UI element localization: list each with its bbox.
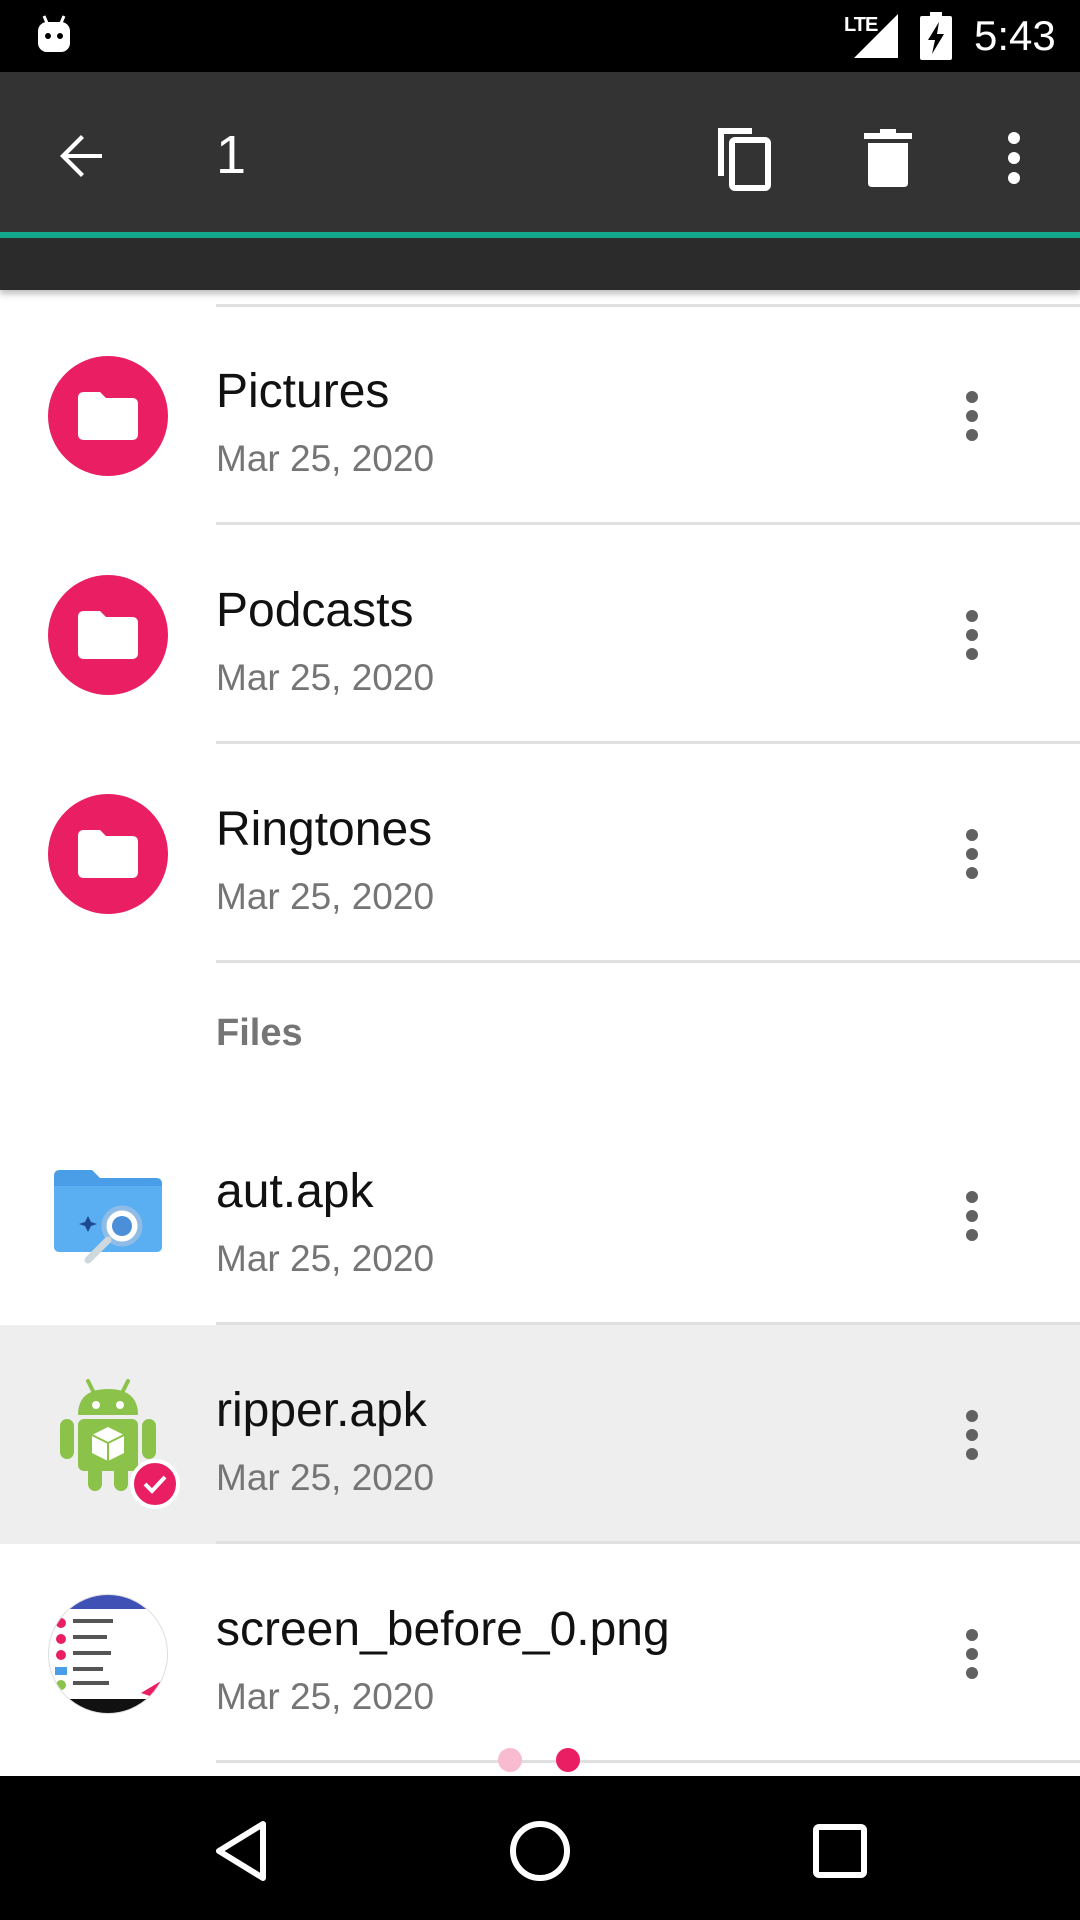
nav-recents-icon [813, 1824, 867, 1878]
more-vert-icon [966, 1629, 978, 1679]
toolbar-sub-bar [0, 238, 1080, 290]
nav-home-icon [510, 1821, 570, 1881]
more-vert-icon [966, 391, 978, 441]
list-item-file[interactable]: aut.apk Mar 25, 2020 [0, 1106, 1080, 1325]
files-app-icon [48, 1156, 168, 1276]
battery-charging-icon [920, 12, 952, 60]
page-dot-inactive [498, 1748, 522, 1772]
copy-icon [718, 128, 771, 191]
more-vert-icon [966, 1410, 978, 1460]
item-date: Mar 25, 2020 [216, 876, 435, 917]
folder-icon [48, 794, 168, 914]
item-menu-button[interactable] [932, 585, 1012, 685]
item-name: Podcasts [216, 584, 414, 637]
nav-recents-button[interactable] [795, 1806, 885, 1896]
more-options-button[interactable] [974, 116, 1054, 200]
item-menu-button[interactable] [932, 804, 1012, 904]
back-button[interactable] [42, 116, 122, 196]
more-vert-icon [1008, 132, 1020, 184]
image-thumbnail [48, 1594, 168, 1714]
divider [216, 960, 1080, 963]
item-name: Pictures [216, 365, 390, 418]
selection-count: 1 [216, 125, 247, 185]
check-icon [143, 1475, 167, 1494]
item-date: Mar 25, 2020 [216, 1457, 435, 1498]
screen: LTE 5:43 1 Pictures Mar 25, 2020 Podcast… [0, 0, 1080, 1920]
folder-icon-wrap [48, 794, 168, 914]
status-bar: LTE 5:43 [0, 0, 1080, 72]
item-date: Mar 25, 2020 [216, 1676, 435, 1717]
nav-home-button[interactable] [495, 1806, 585, 1896]
item-menu-button[interactable] [932, 366, 1012, 466]
delete-icon [864, 129, 912, 187]
image-thumbnail-wrap [48, 1594, 168, 1714]
item-date: Mar 25, 2020 [216, 1238, 435, 1279]
item-name: aut.apk [216, 1165, 374, 1218]
apk-icon-wrap [48, 1375, 180, 1509]
signal-icon [854, 14, 898, 58]
divider [216, 1760, 1080, 1763]
more-vert-icon [966, 1191, 978, 1241]
item-menu-button[interactable] [932, 1385, 1012, 1485]
page-dot-active [556, 1748, 580, 1772]
arrow-back-icon [60, 135, 102, 177]
action-mode-toolbar: 1 [0, 72, 1080, 290]
list-item-file[interactable]: screen_before_0.png Mar 25, 2020 [0, 1544, 1080, 1763]
android-robot-icon [38, 15, 70, 52]
more-vert-icon [966, 829, 978, 879]
page-indicator [498, 1748, 582, 1776]
list-item-folder[interactable]: Ringtones Mar 25, 2020 [0, 744, 1080, 963]
delete-button[interactable] [846, 116, 930, 200]
item-name: screen_before_0.png [216, 1603, 670, 1656]
item-date: Mar 25, 2020 [216, 657, 435, 698]
more-vert-icon [966, 610, 978, 660]
item-menu-button[interactable] [932, 1604, 1012, 1704]
folder-icon-wrap [48, 356, 168, 476]
item-name: Ringtones [216, 803, 433, 856]
folder-icon-wrap [48, 575, 168, 695]
nav-back-button[interactable] [196, 1806, 286, 1896]
list-item-folder[interactable]: Pictures Mar 25, 2020 [0, 306, 1080, 525]
copy-button[interactable] [700, 116, 784, 200]
selected-check-badge [130, 1459, 180, 1509]
list-item-folder[interactable]: Podcasts Mar 25, 2020 [0, 525, 1080, 744]
nav-back-icon [216, 1821, 266, 1881]
folder-icon [48, 356, 168, 476]
item-name: ripper.apk [216, 1384, 427, 1437]
folder-icon [48, 575, 168, 695]
clock: 5:43 [974, 12, 1056, 59]
item-menu-button[interactable] [932, 1166, 1012, 1266]
navigation-bar [0, 1776, 1080, 1920]
item-date: Mar 25, 2020 [216, 438, 435, 479]
list-item-file-selected[interactable]: ripper.apk Mar 25, 2020 [0, 1325, 1080, 1544]
section-header-files: Files [216, 1012, 303, 1054]
